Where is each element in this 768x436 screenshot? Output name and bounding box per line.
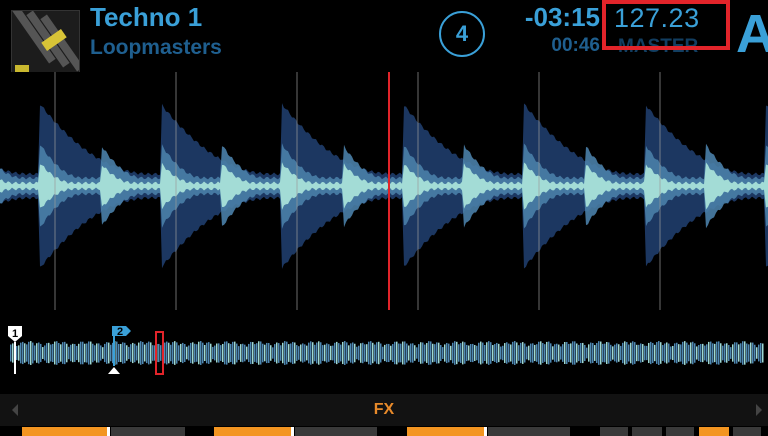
deck-letter: A xyxy=(736,4,768,64)
fx-bar[interactable]: FX xyxy=(0,394,768,426)
cue-point-1-label: 1 xyxy=(12,328,18,340)
album-cover-art xyxy=(11,10,80,79)
elapsed-time: 00:46 xyxy=(551,35,600,56)
fx-slot-1-tick xyxy=(107,427,110,436)
deck-header: Techno 1 Loopmasters 4 -03:15 00:46 MAST… xyxy=(0,0,768,79)
fx-slot-2-tick xyxy=(291,427,294,436)
fx-slot-3-indicator xyxy=(407,427,485,436)
tempo-bpm: 127.23 xyxy=(614,3,700,33)
fx-slot-1-rest xyxy=(111,427,185,436)
remaining-time: -03:15 xyxy=(524,2,600,32)
fx-button-5 xyxy=(733,427,761,436)
play-marker-icon xyxy=(108,367,120,374)
fx-slot-2-indicator xyxy=(214,427,292,436)
fx-slot-3-rest xyxy=(488,427,570,436)
fx-button-4 xyxy=(699,427,729,436)
fx-button-1 xyxy=(600,427,628,436)
fx-label: FX xyxy=(373,401,395,418)
track-title: Techno 1 xyxy=(90,2,203,32)
overview-waveform xyxy=(10,341,764,365)
fx-slot-3-tick xyxy=(484,427,487,436)
waveform-display[interactable] xyxy=(0,72,768,310)
fx-slot-2-rest xyxy=(295,427,377,436)
fx-slot-1-indicator xyxy=(22,427,108,436)
fx-button-2 xyxy=(632,427,662,436)
track-artist: Loopmasters xyxy=(90,36,222,59)
fx-button-3 xyxy=(666,427,694,436)
cue-point-2-label: 2 xyxy=(117,326,123,338)
fx-next-icon[interactable] xyxy=(756,404,762,416)
track-overview[interactable]: 1 2 xyxy=(0,318,768,380)
beat-counter: 4 xyxy=(439,11,485,57)
